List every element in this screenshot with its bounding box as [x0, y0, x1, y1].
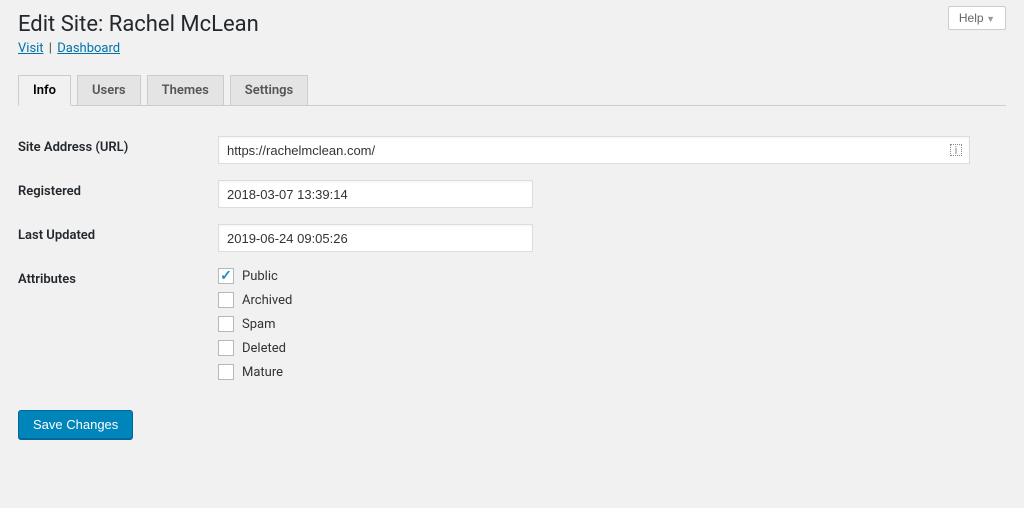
attributes-group: Public Archived Spam Deleted Mature [218, 268, 996, 380]
last-updated-input[interactable] [218, 224, 533, 252]
checkbox-label: Mature [242, 365, 283, 380]
tab-themes[interactable]: Themes [147, 75, 224, 106]
dashboard-link[interactable]: Dashboard [57, 41, 120, 56]
checkbox-label: Spam [242, 317, 276, 332]
attributes-label: Attributes [18, 260, 218, 388]
page-title: Edit Site: Rachel McLean [18, 12, 1006, 37]
url-info-icon: i [950, 144, 962, 156]
tab-info[interactable]: Info [18, 75, 71, 106]
url-label: Site Address (URL) [18, 128, 218, 172]
registered-label: Registered [18, 172, 218, 216]
attribute-row[interactable]: Spam [218, 316, 996, 332]
tab-settings[interactable]: Settings [230, 75, 308, 106]
checkbox-deleted[interactable] [218, 340, 234, 356]
updated-label: Last Updated [18, 216, 218, 260]
site-url-input[interactable] [218, 136, 970, 164]
checkbox-label: Public [242, 269, 278, 284]
checkbox-label: Deleted [242, 341, 286, 356]
save-changes-button[interactable]: Save Changes [18, 410, 133, 439]
registered-input[interactable] [218, 180, 533, 208]
checkbox-label: Archived [242, 293, 292, 308]
checkbox-spam[interactable] [218, 316, 234, 332]
attribute-row[interactable]: Archived [218, 292, 996, 308]
tab-users[interactable]: Users [77, 75, 141, 106]
visit-link[interactable]: Visit [18, 41, 44, 56]
page-wrap: Edit Site: Rachel McLean Visit | Dashboa… [0, 0, 1024, 439]
checkbox-archived[interactable] [218, 292, 234, 308]
tab-bar: InfoUsersThemesSettings [18, 74, 1006, 106]
link-separator: | [47, 41, 54, 56]
checkbox-mature[interactable] [218, 364, 234, 380]
checkbox-public[interactable] [218, 268, 234, 284]
help-button[interactable]: Help [948, 6, 1006, 30]
form-table: Site Address (URL) i Registered Last Upd… [18, 128, 1006, 388]
sublinks: Visit | Dashboard [18, 41, 1006, 56]
attribute-row[interactable]: Mature [218, 364, 996, 380]
attribute-row[interactable]: Public [218, 268, 996, 284]
attribute-row[interactable]: Deleted [218, 340, 996, 356]
